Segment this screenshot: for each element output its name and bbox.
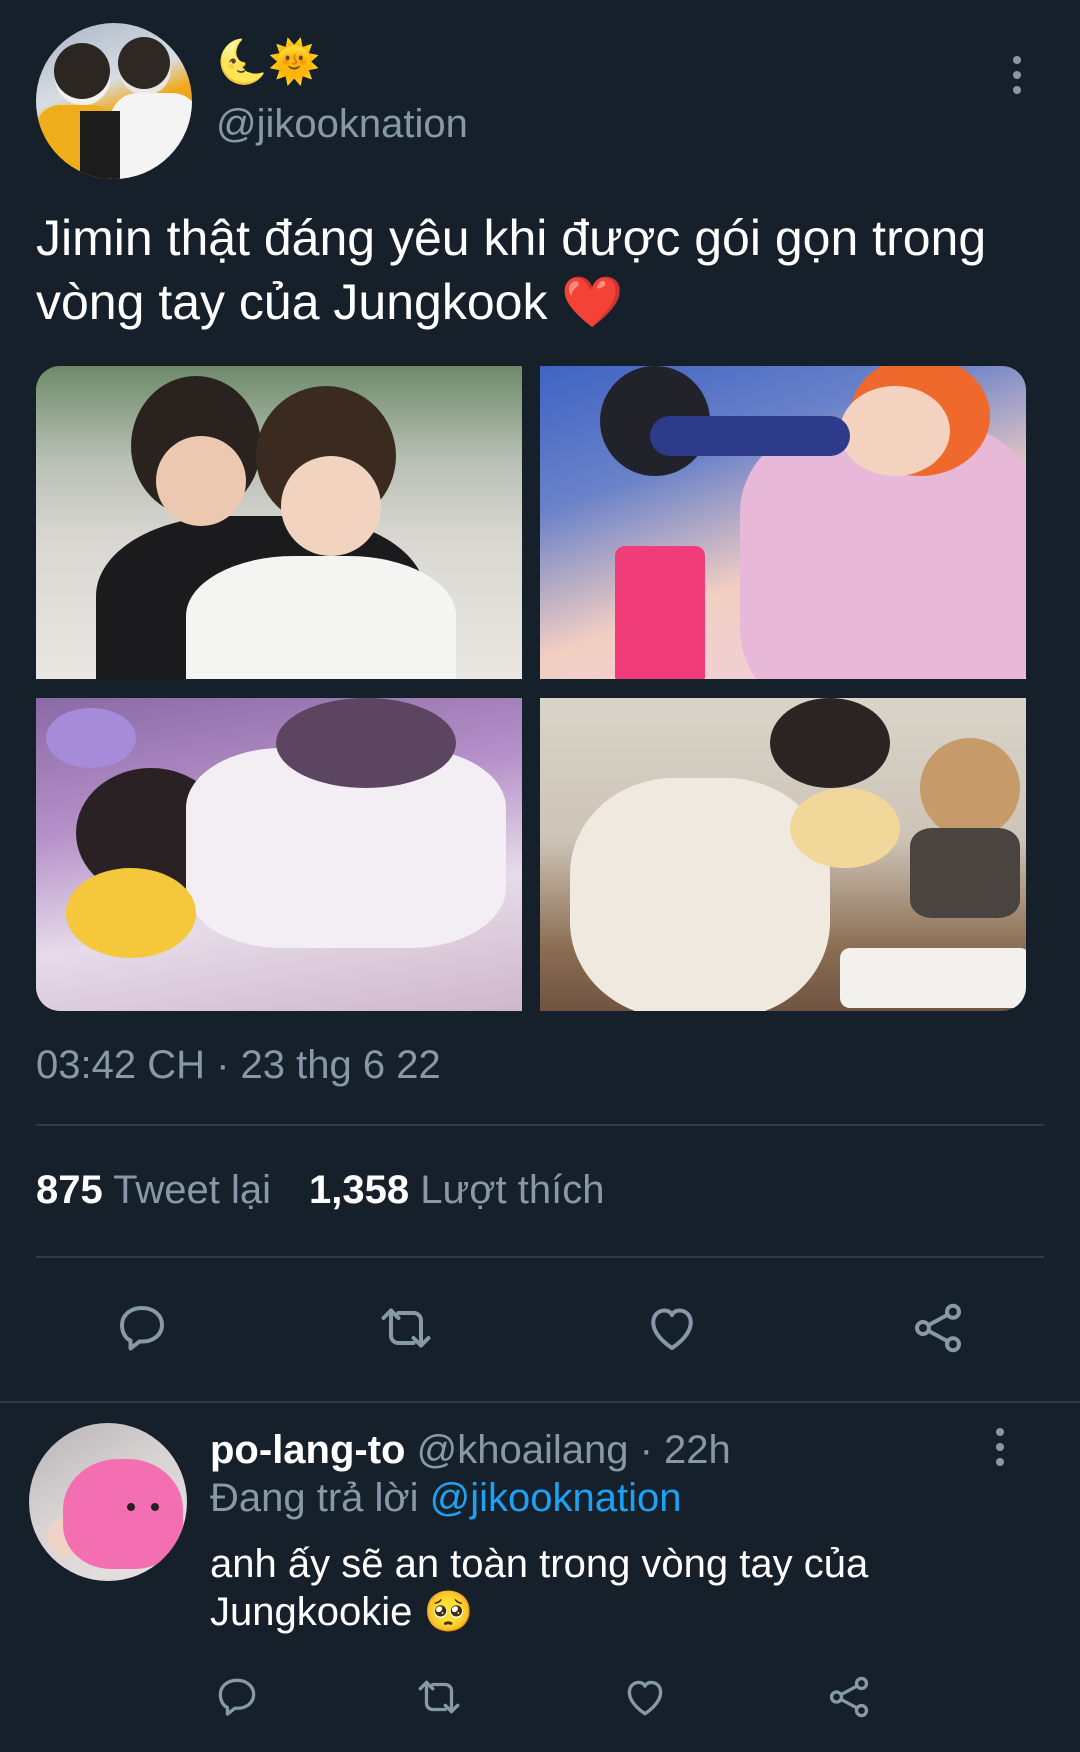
more-vertical-icon[interactable]: [988, 1428, 1012, 1470]
divider: [36, 1124, 1044, 1126]
retweet-label: Tweet lại: [113, 1168, 271, 1212]
author-avatar[interactable]: [36, 23, 192, 179]
more-vertical-icon[interactable]: [1005, 56, 1029, 98]
reply-display-name[interactable]: po-lang-to: [210, 1428, 406, 1472]
reply-handle-time[interactable]: @khoailang · 22h: [417, 1428, 731, 1472]
like-count: 1,358: [309, 1168, 410, 1212]
retweet-icon[interactable]: [376, 1298, 436, 1358]
share-icon[interactable]: [824, 1672, 874, 1722]
thread-separator: [0, 1401, 1080, 1403]
tweet-photo-2[interactable]: [540, 366, 1026, 679]
avatar-figure: [110, 93, 192, 179]
retweet-count: 875: [36, 1168, 103, 1212]
divider: [36, 1256, 1044, 1258]
like-label: Lượt thích: [420, 1168, 605, 1212]
reply-icon[interactable]: [212, 1672, 262, 1722]
retweets-stat[interactable]: 875 Tweet lại: [36, 1168, 271, 1212]
author-display-name[interactable]: 🌜🌞: [216, 36, 321, 88]
heart-icon[interactable]: [642, 1298, 702, 1358]
tweet-text: Jimin thật đáng yêu khi được gói gọn tro…: [36, 210, 987, 330]
avatar-figure: [151, 1503, 159, 1511]
tweet-stats: 875 Tweet lại 1,358 Lượt thích: [36, 1168, 604, 1213]
tweet-photo-1[interactable]: [36, 366, 522, 679]
reply-icon[interactable]: [112, 1298, 172, 1358]
author-handle[interactable]: @jikooknation: [216, 102, 468, 147]
reply-author-avatar[interactable]: [29, 1423, 187, 1581]
replying-prefix: Đang trả lời: [210, 1476, 419, 1520]
avatar-figure: [118, 37, 170, 89]
reply-header: po-lang-to @khoailang · 22h: [210, 1425, 731, 1475]
avatar-figure: [63, 1459, 183, 1569]
replying-to-link[interactable]: @jikooknation: [430, 1476, 682, 1520]
likes-stat[interactable]: 1,358 Lượt thích: [309, 1168, 604, 1212]
retweet-icon[interactable]: [414, 1672, 464, 1722]
share-icon[interactable]: [908, 1298, 968, 1358]
reply-text: anh ấy sẽ an toàn trong vòng tay của Jun…: [210, 1542, 869, 1634]
tweet-timestamp: 03:42 CH · 23 thg 6 22: [36, 1043, 441, 1087]
tweet-photo-4[interactable]: [540, 698, 1026, 1011]
avatar-figure: [127, 1503, 135, 1511]
tweet-photo-3[interactable]: [36, 698, 522, 1011]
replying-to-line: Đang trả lời @jikooknation: [210, 1476, 682, 1521]
heart-icon[interactable]: [620, 1672, 670, 1722]
avatar-figure: [80, 111, 120, 179]
avatar-figure: [54, 43, 110, 99]
